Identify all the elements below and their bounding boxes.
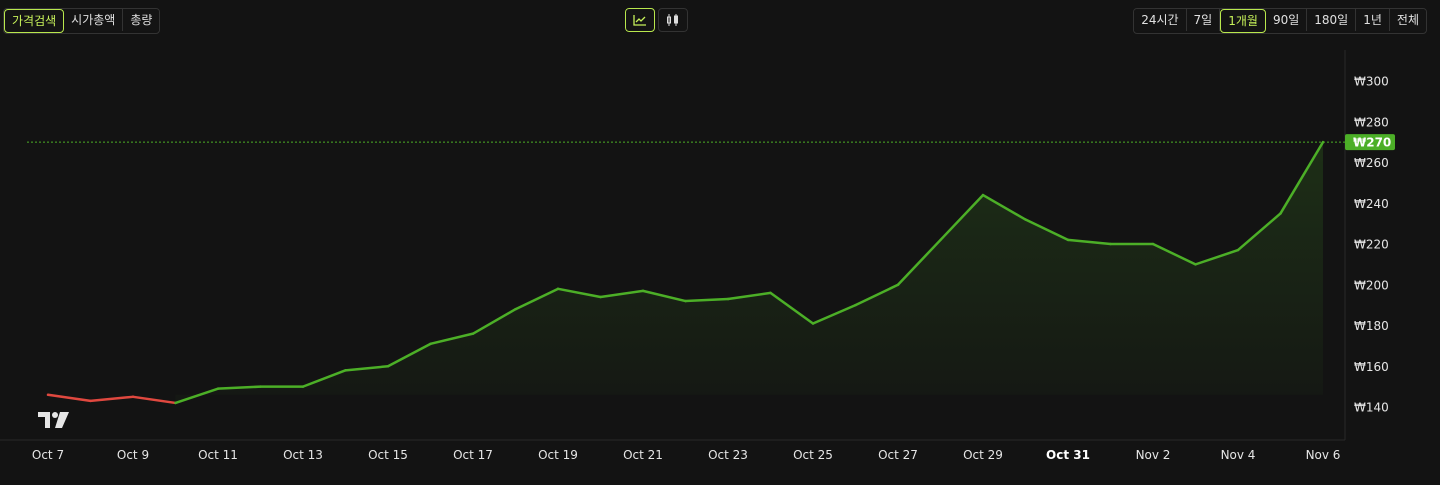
x-tick-label: Oct 27 [878, 448, 918, 462]
y-tick-label: ₩160 [1354, 360, 1389, 374]
x-tick-label: Oct 23 [708, 448, 748, 462]
x-tick-label: Oct 25 [793, 448, 833, 462]
x-tick-label: Oct 19 [538, 448, 578, 462]
x-tick-label: Nov 2 [1136, 448, 1171, 462]
y-tick-label: ₩300 [1354, 75, 1389, 89]
x-tick-label: Oct 15 [368, 448, 408, 462]
y-tick-label: ₩260 [1354, 156, 1389, 170]
y-tick-label: ₩280 [1354, 115, 1389, 129]
y-tick-label: ₩220 [1354, 238, 1389, 252]
tradingview-logo [38, 412, 69, 428]
x-tick-label: Oct 9 [117, 448, 149, 462]
price-line-segment [131, 395, 177, 405]
price-area [175, 142, 1323, 403]
x-tick-label: Oct 17 [453, 448, 493, 462]
x-tick-label: Oct 13 [283, 448, 323, 462]
current-price-label: ₩270 [1353, 136, 1391, 150]
y-tick-label: ₩200 [1354, 278, 1389, 292]
y-tick-label: ₩240 [1354, 197, 1389, 211]
x-tick-label: Nov 4 [1221, 448, 1256, 462]
price-line-segment [89, 395, 135, 403]
y-tick-label: ₩180 [1354, 319, 1389, 333]
x-tick-label: Oct 31 [1046, 448, 1090, 462]
price-line-segment [46, 393, 92, 403]
y-tick-label: ₩140 [1354, 401, 1389, 415]
x-tick-label: Oct 29 [963, 448, 1003, 462]
x-tick-label: Oct 11 [198, 448, 238, 462]
x-tick-label: Oct 7 [32, 448, 64, 462]
x-tick-label: Nov 6 [1306, 448, 1341, 462]
price-chart: ₩270 ₩140 ₩160 ₩180 ₩200 ₩220 ₩240 ₩260 ₩280 ₩30… [0, 50, 1395, 462]
x-tick-label: Oct 21 [623, 448, 663, 462]
